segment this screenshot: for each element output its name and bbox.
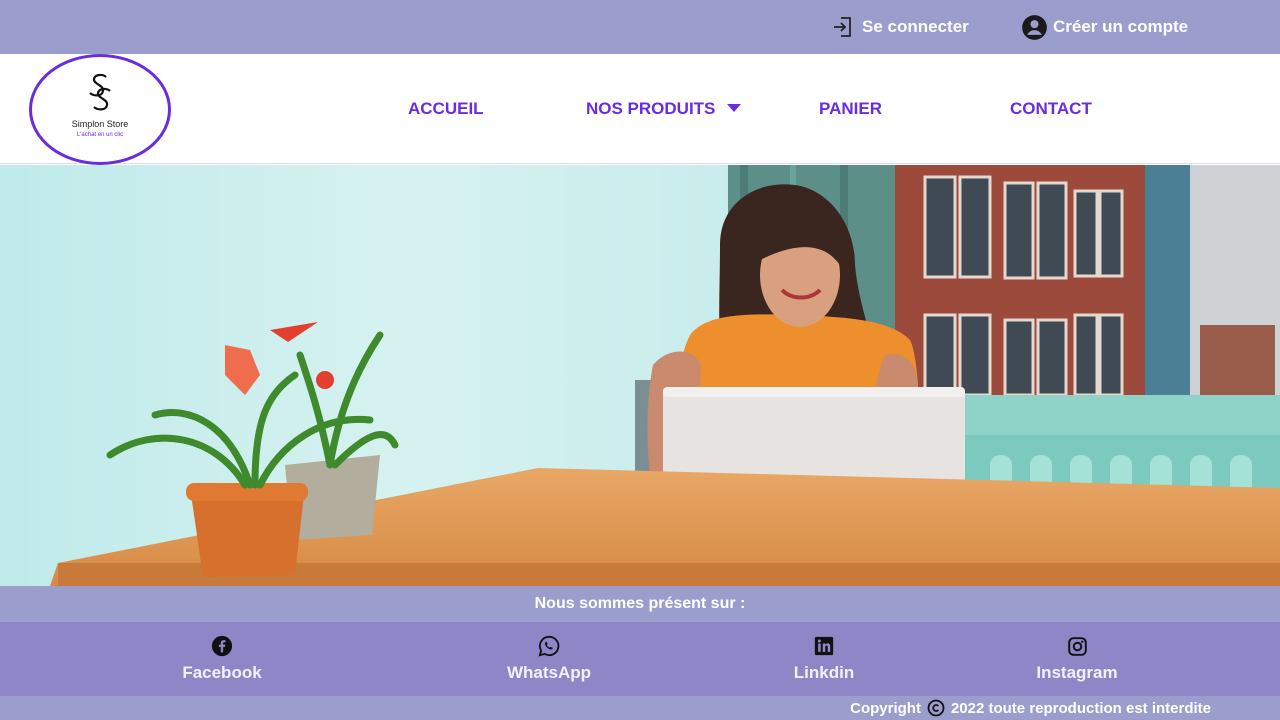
- nav-item-contact[interactable]: CONTACT: [1010, 54, 1092, 164]
- whatsapp-icon: [538, 635, 560, 657]
- account-circle-icon: [1020, 13, 1048, 41]
- logo-tagline: L'achat en un clic: [76, 132, 124, 138]
- social-link-linkedin[interactable]: Linkdin: [744, 622, 904, 696]
- copyright-text: 2022 toute reproduction est interdite: [950, 699, 1211, 717]
- top-bar: Se connecter Créer un compte: [0, 0, 1280, 54]
- facebook-icon: [211, 635, 233, 657]
- social-links-bar: Facebook WhatsApp Linkdin Instagram: [0, 622, 1280, 696]
- caret-down-icon: [727, 104, 742, 112]
- nav-item-produits-label: NOS PRODUITS: [586, 99, 716, 118]
- login-label: Se connecter: [862, 17, 969, 36]
- main-header: Simplon Store L'achat en un clic ACCUEIL…: [0, 54, 1280, 165]
- copyright-prefix: Copyright: [850, 699, 921, 717]
- login-icon: [829, 13, 857, 41]
- hero-illustration: [0, 165, 1280, 586]
- social-label-instagram: Instagram: [1036, 663, 1118, 682]
- logo-monogram: [32, 71, 168, 122]
- social-label-whatsapp: WhatsApp: [506, 663, 592, 682]
- social-link-whatsapp[interactable]: WhatsApp: [469, 622, 629, 696]
- logo-name: Simplon Store: [71, 119, 129, 129]
- copyright-bar: Copyright 2022 toute reproduction est in…: [0, 696, 1280, 720]
- instagram-icon: [1066, 635, 1088, 657]
- copyright-notice: Copyright 2022 toute reproduction est in…: [850, 696, 1211, 720]
- copyright-icon: [927, 699, 945, 717]
- hero-image: [0, 165, 1280, 586]
- signup-label: Créer un compte: [1053, 17, 1189, 36]
- present-on-label: Nous sommes présent sur :: [534, 595, 746, 612]
- social-link-instagram[interactable]: Instagram: [997, 622, 1157, 696]
- social-label-linkedin: Linkdin: [793, 663, 855, 682]
- nav-item-accueil[interactable]: ACCUEIL: [408, 54, 484, 164]
- nav-item-panier[interactable]: PANIER: [819, 54, 882, 164]
- nav-item-produits[interactable]: NOS PRODUITS: [586, 54, 742, 164]
- present-on-bar: Nous sommes présent sur :: [0, 586, 1280, 622]
- login-link[interactable]: Se connecter: [829, 0, 969, 54]
- signup-link[interactable]: Créer un compte: [1020, 0, 1188, 54]
- linkedin-icon: [813, 635, 835, 657]
- site-logo[interactable]: Simplon Store L'achat en un clic: [29, 54, 171, 165]
- social-link-facebook[interactable]: Facebook: [142, 622, 302, 696]
- social-label-facebook: Facebook: [182, 663, 262, 682]
